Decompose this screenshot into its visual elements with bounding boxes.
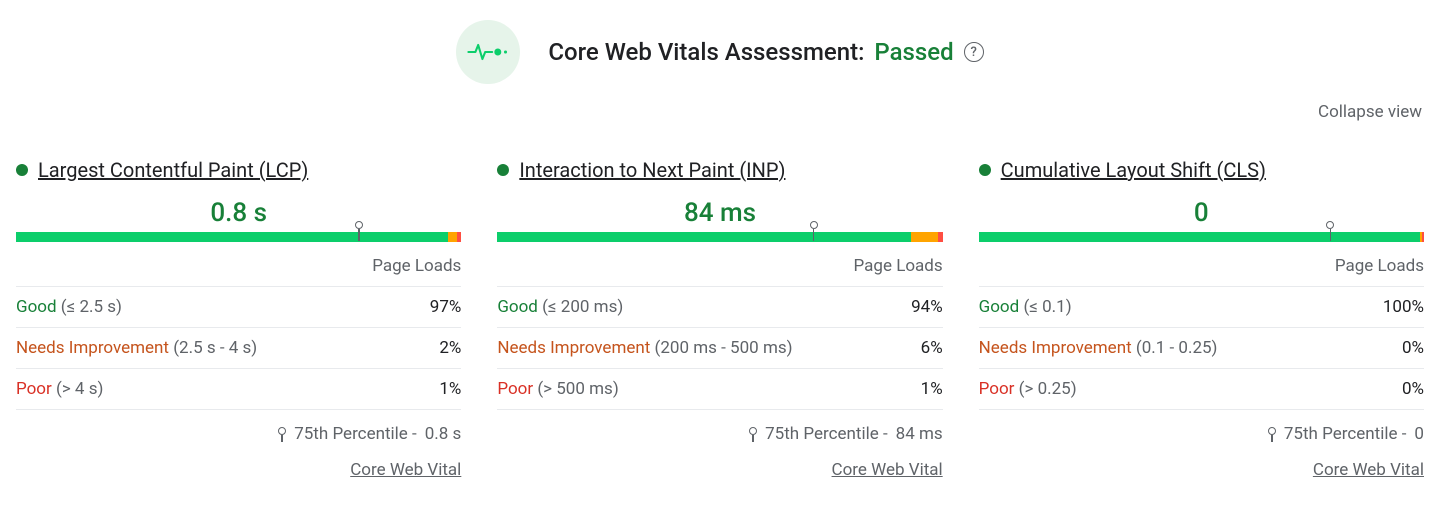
bar-segment-poor: [1422, 232, 1424, 242]
dist-row-ni: Needs Improvement (200 ms - 500 ms) 6%: [497, 328, 942, 369]
dist-row-good: Good (≤ 200 ms) 94%: [497, 287, 942, 328]
percentile-marker-icon: [749, 427, 757, 442]
core-web-vital-link[interactable]: Core Web Vital: [832, 460, 943, 480]
metric-title-inp[interactable]: Interaction to Next Paint (INP): [519, 158, 785, 182]
core-web-vital-link[interactable]: Core Web Vital: [1313, 460, 1424, 480]
metric-card-lcp: Largest Contentful Paint (LCP) 0.8 s Pag…: [16, 158, 461, 480]
percentile-row: 75th Percentile - 84 ms: [497, 424, 942, 444]
distribution-bar-inp: [497, 232, 942, 242]
metric-value-inp: 84 ms: [497, 198, 942, 228]
assessment-header: Core Web Vitals Assessment: Passed ?: [10, 20, 1430, 84]
status-dot-icon: [979, 164, 991, 176]
distribution-bar-cls: [979, 232, 1424, 242]
metric-value-lcp: 0.8 s: [16, 198, 461, 228]
dist-row-good: Good (≤ 0.1) 100%: [979, 287, 1424, 328]
percentile-marker-icon: [810, 221, 818, 241]
bar-segment-good: [979, 232, 1420, 242]
percentile-row: 75th Percentile - 0.8 s: [16, 424, 461, 444]
dist-row-poor: Poor (> 500 ms) 1%: [497, 369, 942, 410]
dist-row-poor: Poor (> 0.25) 0%: [979, 369, 1424, 410]
metric-title-lcp[interactable]: Largest Contentful Paint (LCP): [38, 158, 308, 182]
collapse-view-link[interactable]: Collapse view: [1318, 102, 1422, 122]
metric-card-inp: Interaction to Next Paint (INP) 84 ms Pa…: [497, 158, 942, 480]
column-header-page-loads: Page Loads: [16, 256, 461, 287]
dist-row-good: Good (≤ 2.5 s) 97%: [16, 287, 461, 328]
assessment-title: Core Web Vitals Assessment:: [548, 38, 864, 66]
metric-title-cls[interactable]: Cumulative Layout Shift (CLS): [1001, 158, 1266, 182]
metric-card-cls: Cumulative Layout Shift (CLS) 0 Page Loa…: [979, 158, 1424, 480]
bar-segment-poor: [457, 232, 461, 242]
dist-row-ni: Needs Improvement (2.5 s - 4 s) 2%: [16, 328, 461, 369]
percentile-marker-icon: [1268, 427, 1276, 442]
percentile-marker-icon: [278, 427, 286, 442]
core-web-vital-link[interactable]: Core Web Vital: [350, 460, 461, 480]
bar-segment-ni: [448, 232, 457, 242]
vitals-icon: [456, 20, 520, 84]
metrics-row: Largest Contentful Paint (LCP) 0.8 s Pag…: [10, 158, 1430, 480]
assessment-status: Passed: [874, 38, 953, 66]
column-header-page-loads: Page Loads: [497, 256, 942, 287]
bar-segment-good: [16, 232, 448, 242]
bar-segment-poor: [938, 232, 942, 242]
help-icon[interactable]: ?: [964, 42, 984, 62]
percentile-marker-icon: [1326, 221, 1334, 241]
bar-segment-good: [497, 232, 911, 242]
metric-value-cls: 0: [979, 198, 1424, 228]
status-dot-icon: [497, 164, 509, 176]
status-dot-icon: [16, 164, 28, 176]
bar-segment-ni: [911, 232, 938, 242]
percentile-marker-icon: [355, 221, 363, 241]
percentile-row: 75th Percentile - 0: [979, 424, 1424, 444]
dist-row-poor: Poor (> 4 s) 1%: [16, 369, 461, 410]
column-header-page-loads: Page Loads: [979, 256, 1424, 287]
dist-row-ni: Needs Improvement (0.1 - 0.25) 0%: [979, 328, 1424, 369]
distribution-bar-lcp: [16, 232, 461, 242]
